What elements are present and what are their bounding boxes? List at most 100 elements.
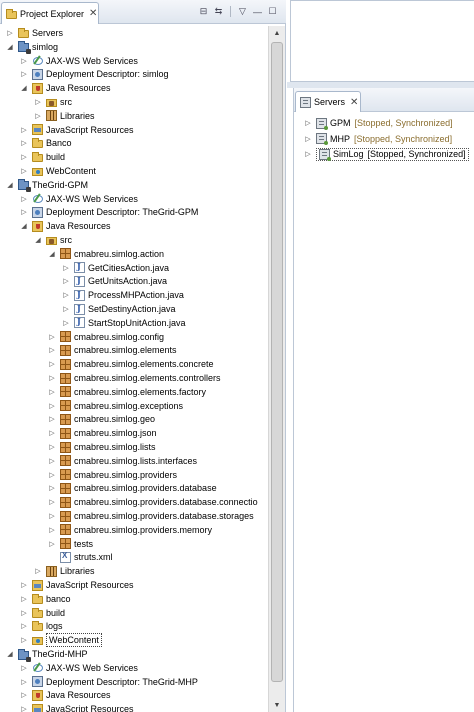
tree-item[interactable]: ▷ Servers	[0, 26, 268, 40]
server-row[interactable]: ▷ GPM [Stopped, Synchronized]	[304, 116, 453, 130]
collapsed-arrow-icon[interactable]: ▷	[48, 470, 56, 480]
tree-item[interactable]: ▷ cmabreu.simlog.providers.memory	[0, 523, 268, 537]
collapsed-arrow-icon[interactable]: ▷	[20, 152, 28, 162]
server-row[interactable]: ▷ MHP [Stopped, Synchronized]	[304, 132, 452, 146]
tree-item[interactable]: ▷ Libraries	[0, 564, 268, 578]
collapsed-arrow-icon[interactable]: ▷	[20, 138, 28, 148]
tree-item[interactable]: ▷ cmabreu.simlog.elements.concrete	[0, 357, 268, 371]
collapsed-arrow-icon[interactable]: ▷	[48, 483, 56, 493]
tree-item[interactable]: ◢ TheGrid-MHP	[0, 647, 268, 662]
expanded-arrow-icon[interactable]: ◢	[20, 83, 28, 93]
tree-item[interactable]: ▷ GetCitiesAction.java	[0, 261, 268, 275]
expanded-arrow-icon[interactable]: ◢	[6, 42, 14, 52]
tree-item[interactable]: ◢ simlog	[0, 40, 268, 55]
collapsed-arrow-icon[interactable]: ▷	[20, 635, 28, 645]
collapsed-arrow-icon[interactable]: ▷	[48, 525, 56, 535]
collapsed-arrow-icon[interactable]: ▷	[34, 97, 42, 107]
tree-item[interactable]: ▷ build	[0, 150, 268, 164]
maximize-icon[interactable]: ☐	[267, 6, 278, 17]
expanded-arrow-icon[interactable]: ◢	[6, 180, 14, 190]
collapsed-arrow-icon[interactable]: ▷	[62, 290, 70, 300]
tree-item[interactable]: ▷ cmabreu.simlog.providers	[0, 468, 268, 482]
tree-item[interactable]: ▷ cmabreu.simlog.lists.interfaces	[0, 454, 268, 468]
scrollbar-thumb[interactable]	[271, 42, 283, 682]
collapsed-arrow-icon[interactable]: ▷	[48, 359, 56, 369]
tree-item[interactable]: ▷ JAX-WS Web Services	[0, 54, 268, 68]
tree-item[interactable]: ▷ cmabreu.simlog.providers.database.stora…	[0, 509, 268, 523]
expanded-arrow-icon[interactable]: ◢	[34, 235, 42, 245]
collapsed-arrow-icon[interactable]: ▷	[48, 387, 56, 397]
tree-item[interactable]: ▷ Java Resources	[0, 688, 268, 702]
collapsed-arrow-icon[interactable]: ▷	[62, 318, 70, 328]
tree-item[interactable]: ◢ Java Resources	[0, 81, 268, 95]
link-with-editor-icon[interactable]: ⇆	[213, 6, 224, 17]
collapsed-arrow-icon[interactable]: ▷	[48, 497, 56, 507]
tree-item[interactable]: ▷ cmabreu.simlog.elements.controllers	[0, 371, 268, 385]
tree-item[interactable]: ▷ GetUnitsAction.java	[0, 274, 268, 288]
expanded-arrow-icon[interactable]: ◢	[20, 221, 28, 231]
tree-item[interactable]: ▷ logs	[0, 619, 268, 633]
collapsed-arrow-icon[interactable]: ▷	[62, 276, 70, 286]
collapsed-arrow-icon[interactable]: ▷	[20, 207, 28, 217]
tree-item[interactable]: ▷ banco	[0, 592, 268, 606]
collapsed-arrow-icon[interactable]: ▷	[48, 414, 56, 424]
tree-item[interactable]: ▷ cmabreu.simlog.elements.factory	[0, 385, 268, 399]
collapsed-arrow-icon[interactable]: ▷	[48, 511, 56, 521]
collapsed-arrow-icon[interactable]: ▷	[62, 263, 70, 273]
tree-item[interactable]: ▷ cmabreu.simlog.providers.database	[0, 481, 268, 495]
tree-item[interactable]: ▷ cmabreu.simlog.json	[0, 426, 268, 440]
expanded-arrow-icon[interactable]: ◢	[48, 249, 56, 259]
close-icon[interactable]: ✕	[350, 97, 358, 108]
minimize-icon[interactable]: —	[252, 6, 263, 17]
tree-item[interactable]: ▷ Deployment Descriptor: TheGrid-GPM	[0, 205, 268, 219]
tree-item[interactable]: ▷ cmabreu.simlog.geo	[0, 412, 268, 426]
collapsed-arrow-icon[interactable]: ▷	[48, 373, 56, 383]
collapsed-arrow-icon[interactable]: ▷	[62, 304, 70, 314]
tree-item[interactable]: ▷ ProcessMHPAction.java	[0, 288, 268, 302]
collapsed-arrow-icon[interactable]: ▷	[20, 69, 28, 79]
tree-item[interactable]: ▷ SetDestinyAction.java	[0, 302, 268, 316]
tree-item[interactable]: ▷ build	[0, 606, 268, 620]
tree-item[interactable]: ▷ cmabreu.simlog.config	[0, 330, 268, 344]
tree-item[interactable]: ▷ JAX-WS Web Services	[0, 192, 268, 206]
tree-item[interactable]: ▷ Banco	[0, 136, 268, 150]
tree-item[interactable]: ▷ WebContent	[0, 633, 268, 648]
collapsed-arrow-icon[interactable]: ▷	[48, 345, 56, 355]
tree-item[interactable]: ▷ JAX-WS Web Services	[0, 661, 268, 675]
collapsed-arrow-icon[interactable]: ▷	[34, 566, 42, 576]
collapsed-arrow-icon[interactable]: ▷	[20, 194, 28, 204]
tree-item[interactable]: ▷ tests	[0, 537, 268, 551]
tree-item[interactable]: ▷ cmabreu.simlog.providers.database.conne…	[0, 495, 268, 509]
collapsed-arrow-icon[interactable]: ▷	[20, 704, 28, 712]
view-menu-icon[interactable]: ▽	[237, 6, 248, 17]
tree-item[interactable]: ◢ src	[0, 233, 268, 247]
collapsed-arrow-icon[interactable]: ▷	[20, 594, 28, 604]
tree-item[interactable]: ▷ WebContent	[0, 164, 268, 178]
collapsed-arrow-icon[interactable]: ▷	[48, 442, 56, 452]
server-row[interactable]: ▷ SimLog [Stopped, Synchronized]	[304, 147, 469, 161]
collapsed-arrow-icon[interactable]: ▷	[48, 456, 56, 466]
tree-item[interactable]: ▷ Deployment Descriptor: TheGrid-MHP	[0, 675, 268, 689]
tab-project-explorer[interactable]: Project Explorer ✕	[1, 2, 99, 24]
collapsed-arrow-icon[interactable]: ▷	[304, 149, 312, 159]
collapsed-arrow-icon[interactable]: ▷	[304, 118, 312, 128]
scroll-up-icon[interactable]: ▲	[269, 26, 285, 40]
tree-item[interactable]: ▷ StartStopUnitAction.java	[0, 316, 268, 330]
collapsed-arrow-icon[interactable]: ▷	[48, 539, 56, 549]
tree-item[interactable]: ▷ JavaScript Resources	[0, 578, 268, 592]
tree-item[interactable]: ◢ TheGrid-GPM	[0, 178, 268, 193]
collapsed-arrow-icon[interactable]: ▷	[20, 125, 28, 135]
collapsed-arrow-icon[interactable]: ▷	[20, 690, 28, 700]
tree-item[interactable]: ◢ Java Resources	[0, 219, 268, 233]
collapsed-arrow-icon[interactable]: ▷	[48, 401, 56, 411]
tree-item[interactable]: ▷ cmabreu.simlog.elements	[0, 343, 268, 357]
collapsed-arrow-icon[interactable]: ▷	[20, 56, 28, 66]
collapsed-arrow-icon[interactable]: ▷	[6, 28, 14, 38]
collapsed-arrow-icon[interactable]: ▷	[304, 134, 312, 144]
scroll-down-icon[interactable]: ▼	[269, 698, 285, 712]
collapsed-arrow-icon[interactable]: ▷	[20, 677, 28, 687]
tab-servers[interactable]: Servers ✕	[295, 91, 361, 112]
tree-item[interactable]: ▷ cmabreu.simlog.exceptions	[0, 399, 268, 413]
tree-item[interactable]: ▷ Libraries	[0, 109, 268, 123]
tree-item[interactable]: ◢ cmabreu.simlog.action	[0, 247, 268, 261]
